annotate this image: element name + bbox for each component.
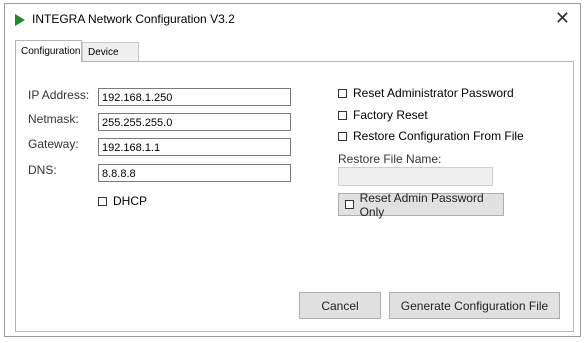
netmask-label: Netmask: — [28, 112, 79, 126]
restore-file-name-field[interactable] — [338, 167, 493, 186]
close-icon[interactable]: ✕ — [555, 7, 570, 29]
reset-admin-only-box[interactable] — [345, 200, 354, 209]
dhcp-checkbox[interactable]: DHCP — [98, 194, 147, 208]
gateway-label: Gateway: — [28, 137, 79, 151]
ip-address-field[interactable]: 192.168.1.250 — [98, 88, 291, 106]
factory-reset-label: Factory Reset — [353, 108, 428, 122]
dhcp-checkbox-box[interactable] — [98, 196, 107, 206]
restore-config-box[interactable] — [338, 131, 347, 141]
ip-address-label: IP Address: — [28, 88, 90, 102]
gateway-field[interactable]: 192.168.1.1 — [98, 138, 291, 156]
configuration-panel: IP Address: 192.168.1.250 Netmask: 255.2… — [15, 61, 574, 332]
factory-reset-box[interactable] — [338, 110, 347, 120]
factory-reset-checkbox[interactable]: Factory Reset — [338, 108, 428, 122]
reset-admin-password-only-button[interactable]: Reset Admin Password Only — [338, 190, 504, 219]
generate-configuration-file-button[interactable]: Generate Configuration File — [389, 292, 560, 319]
netmask-field[interactable]: 255.255.255.0 — [98, 113, 291, 131]
dhcp-label: DHCP — [113, 194, 148, 208]
play-icon — [15, 14, 25, 26]
reset-admin-password-checkbox[interactable]: Reset Administrator Password — [338, 86, 514, 100]
dns-field[interactable]: 8.8.8.8 — [98, 164, 291, 182]
reset-admin-only-label: Reset Admin Password Only — [359, 190, 484, 219]
restore-file-name-label: Restore File Name: — [338, 152, 442, 166]
reset-admin-password-box[interactable] — [338, 88, 347, 98]
tab-device-scan[interactable]: Device Scan — [82, 42, 139, 77]
app-window: INTEGRA Network Configuration V3.2 ✕ Con… — [4, 3, 581, 337]
tab-configuration[interactable]: Configuration — [15, 40, 82, 62]
title-bar: INTEGRA Network Configuration V3.2 ✕ — [5, 4, 580, 34]
window-title: INTEGRA Network Configuration V3.2 — [32, 12, 235, 26]
reset-admin-password-label: Reset Administrator Password — [353, 86, 514, 100]
restore-config-checkbox[interactable]: Restore Configuration From File — [338, 129, 524, 143]
dns-label: DNS: — [28, 163, 57, 177]
cancel-button[interactable]: Cancel — [299, 292, 381, 319]
restore-config-label: Restore Configuration From File — [353, 129, 524, 143]
